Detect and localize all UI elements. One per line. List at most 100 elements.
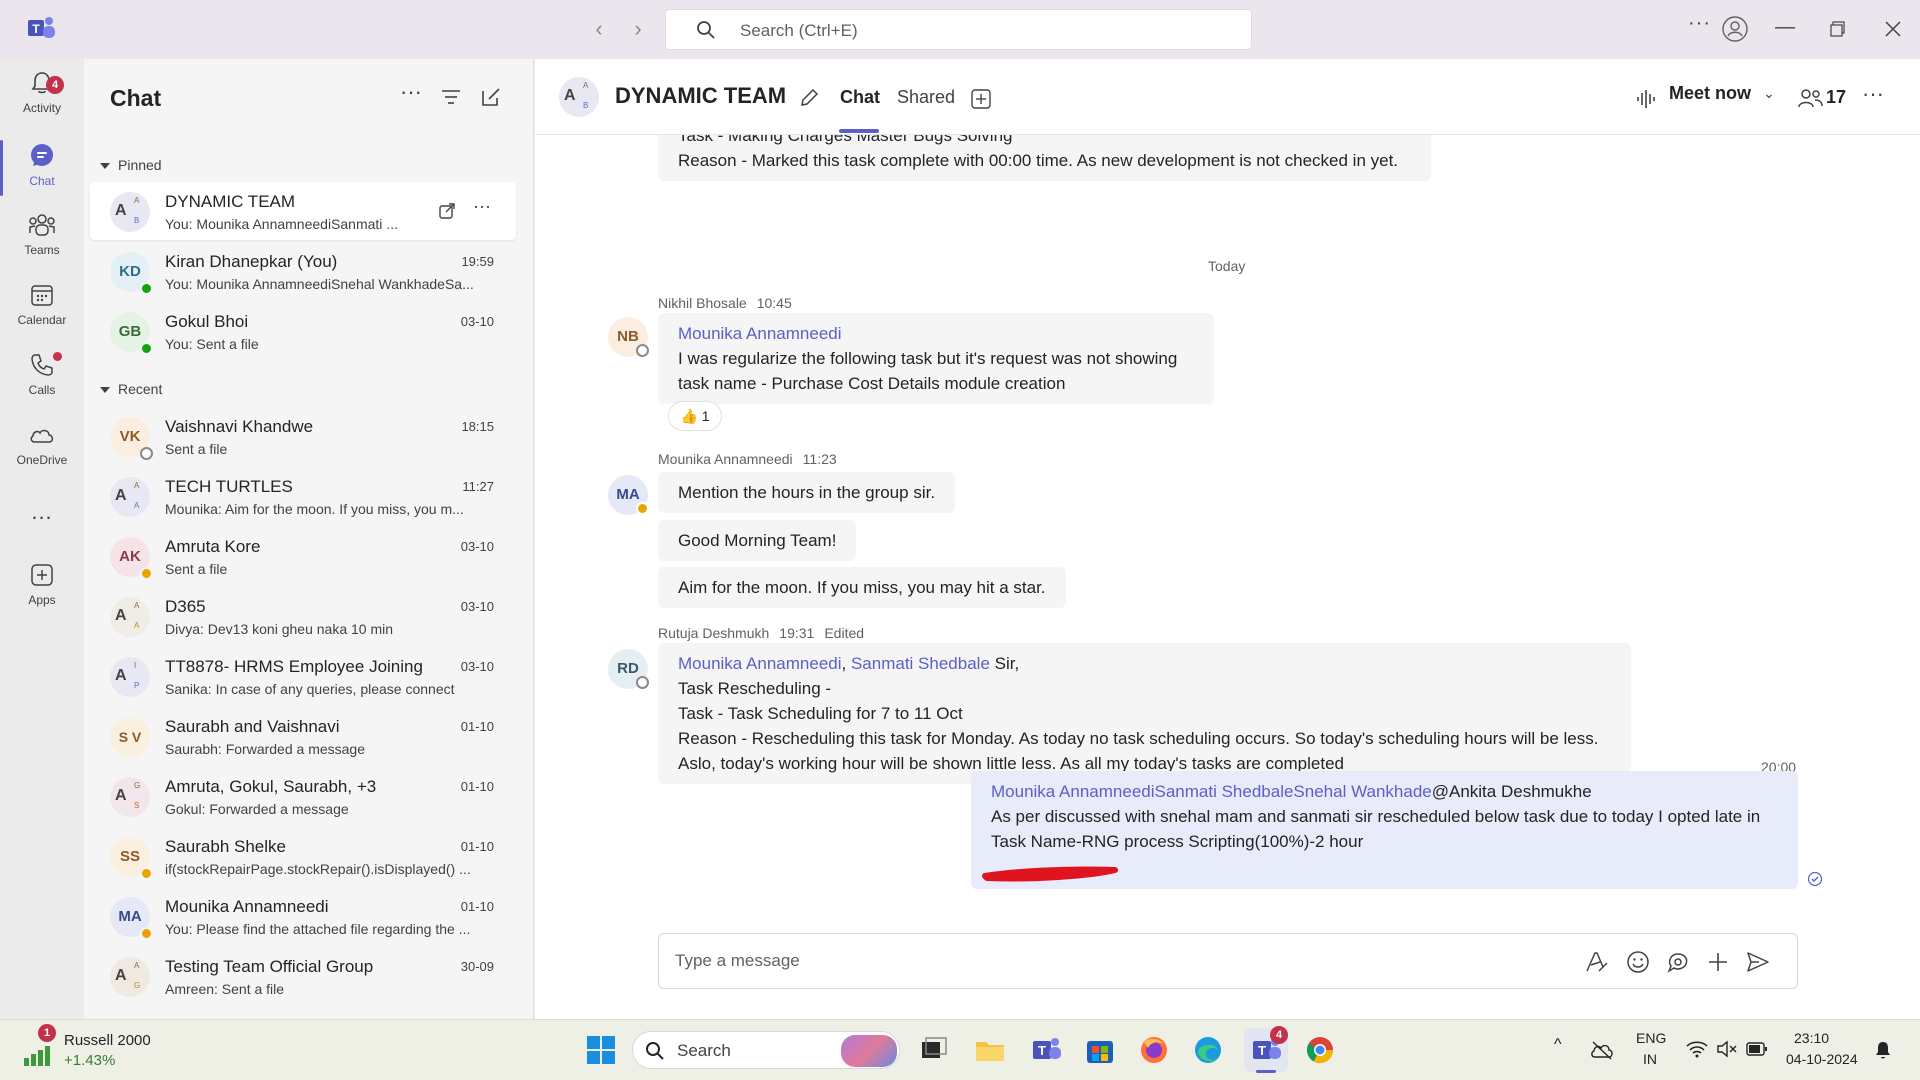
task-view-icon[interactable]: [916, 1032, 952, 1068]
chat-item-saurabh-shelke[interactable]: SS Saurabh Shelke 01-10 if(stockRepairPa…: [90, 827, 516, 885]
meet-now-button[interactable]: Meet now: [1669, 83, 1751, 104]
chat-item-preview: if(stockRepairPage.stockRepair().isDispl…: [165, 861, 471, 877]
minimize-icon[interactable]: —: [1775, 16, 1795, 39]
rail-item-calendar[interactable]: Calendar: [0, 281, 84, 327]
rail-item-calls[interactable]: Calls: [0, 351, 84, 397]
emoji-icon[interactable]: [1625, 949, 1651, 975]
teams-logo-icon[interactable]: T: [28, 16, 56, 42]
compose-box[interactable]: Type a message: [658, 933, 1798, 989]
chat-list-panel: Chat ··· Pinned AAB DYNAMIC TEAM You: Mo…: [84, 59, 534, 1019]
mention-link[interactable]: Mounika Annamneedi: [678, 654, 842, 673]
rail-item-teams[interactable]: Teams: [0, 211, 84, 257]
tab-shared[interactable]: Shared: [897, 87, 955, 108]
chrome-icon[interactable]: [1302, 1032, 1338, 1068]
chat-item-more-icon[interactable]: ···: [473, 196, 491, 217]
add-tab-icon[interactable]: [970, 88, 992, 110]
store-icon[interactable]: [1082, 1032, 1118, 1068]
windows-start-icon[interactable]: [583, 1032, 619, 1068]
chat-item-preview: You: Sent a file: [165, 336, 259, 352]
notification-bell-icon[interactable]: [1874, 1040, 1892, 1060]
loop-icon[interactable]: [1665, 949, 1691, 975]
edge-icon[interactable]: [1190, 1032, 1226, 1068]
chat-item-dynamic-team[interactable]: AAB DYNAMIC TEAM You: Mounika Annamneedi…: [90, 182, 516, 240]
message-bubble[interactable]: Aim for the moon. If you miss, you may h…: [658, 567, 1066, 608]
add-app-icon: [31, 564, 53, 586]
battery-icon[interactable]: [1746, 1041, 1768, 1057]
chat-item-vaishnavi[interactable]: VK Vaishnavi Khandwe 18:15 Sent a file: [90, 407, 516, 465]
tab-chat-underline: [839, 129, 879, 133]
mention-link[interactable]: Mounika Annamneedi: [678, 321, 1194, 346]
svg-text:T: T: [1258, 1043, 1266, 1058]
chat-item-saurabh-vaishnavi[interactable]: S V Saurabh and Vaishnavi 01-10 Saurabh:…: [90, 707, 516, 765]
rail-item-apps[interactable]: Apps: [0, 561, 84, 607]
ticker-name[interactable]: Russell 2000: [64, 1032, 151, 1049]
section-recent[interactable]: Recent: [100, 381, 162, 397]
message-meta: Mounika Annamneedi 11:23: [658, 451, 837, 467]
rail-item-activity[interactable]: Activity 4: [0, 69, 84, 115]
chat-item-preview: Mounika: Aim for the moon. If you miss, …: [165, 501, 464, 517]
chat-item-tt8878[interactable]: AIP TT8878- HRMS Employee Joining 03-10 …: [90, 647, 516, 705]
new-chat-icon[interactable]: [479, 85, 503, 109]
group-avatar-letter: A: [115, 607, 127, 624]
chat-item-kiran[interactable]: KD Kiran Dhanepkar (You) 19:59 You: Moun…: [90, 242, 516, 300]
show-hidden-icons-icon[interactable]: ^: [1554, 1036, 1562, 1054]
filter-icon[interactable]: [439, 85, 463, 109]
onedrive-offline-icon[interactable]: [1590, 1040, 1614, 1060]
rail-more-icon[interactable]: ...: [0, 499, 84, 525]
participants-icon[interactable]: [1797, 87, 1823, 109]
chat-item-d365[interactable]: AAA D365 03-10 Divya: Dev13 koni gheu na…: [90, 587, 516, 645]
chevron-down-icon[interactable]: ⌄: [1763, 85, 1775, 102]
mention-link[interactable]: Sanmati Shedbale: [851, 654, 990, 673]
chat-item-mounika[interactable]: MA Mounika Annamneedi 01-10 You: Please …: [90, 887, 516, 945]
more-icon[interactable]: ···: [1688, 12, 1711, 35]
search-box[interactable]: Search (Ctrl+E): [665, 9, 1252, 50]
chat-item-amruta-gokul-group[interactable]: AGS Amruta, Gokul, Saurabh, +3 01-10 Gok…: [90, 767, 516, 825]
stock-widget[interactable]: 1: [22, 1024, 56, 1066]
chat-item-name: Mounika Annamneedi: [165, 897, 329, 916]
tab-chat[interactable]: Chat: [840, 87, 880, 108]
chat-item-time: 01-10: [460, 899, 494, 914]
region-indicator[interactable]: IN: [1643, 1051, 1657, 1067]
message-bubble[interactable]: Mention the hours in the group sir.: [658, 472, 956, 513]
send-icon[interactable]: [1745, 949, 1771, 975]
taskbar-search[interactable]: Search: [632, 1031, 900, 1069]
reaction-like[interactable]: 👍 1: [668, 401, 722, 431]
chat-item-gokul[interactable]: GB Gokul Bhoi 03-10 You: Sent a file: [90, 302, 516, 360]
group-avatar: AGS: [110, 777, 150, 817]
popout-icon[interactable]: [438, 202, 456, 220]
teams-active-app[interactable]: T 4: [1244, 1026, 1288, 1073]
phone-icon: [31, 354, 53, 376]
clock-date[interactable]: 04-10-2024: [1786, 1051, 1858, 1067]
clock-time[interactable]: 23:10: [1794, 1030, 1829, 1046]
message-bubble[interactable]: Mounika Annamneedi I was regularize the …: [658, 313, 1214, 404]
plus-icon[interactable]: [1705, 949, 1731, 975]
search-placeholder: Search (Ctrl+E): [740, 21, 858, 40]
firefox-icon[interactable]: [1136, 1032, 1172, 1068]
section-pinned[interactable]: Pinned: [100, 157, 162, 173]
maximize-icon[interactable]: [1830, 21, 1846, 37]
mention-link[interactable]: Mounika AnnamneediSanmati ShedbaleSnehal…: [991, 782, 1432, 801]
profile-icon[interactable]: [1722, 16, 1748, 42]
message-bubble[interactable]: Mounika Annamneedi, Sanmati Shedbale Sir…: [658, 643, 1631, 784]
close-icon[interactable]: [1884, 20, 1902, 38]
language-indicator[interactable]: ENG: [1636, 1030, 1666, 1046]
rail-item-onedrive[interactable]: OneDrive: [0, 421, 84, 467]
message-bubble[interactable]: Good Morning Team!: [658, 520, 857, 561]
edit-pencil-icon[interactable]: [798, 87, 820, 109]
forward-icon[interactable]: ›: [624, 14, 652, 44]
teams-app-icon[interactable]: T: [1028, 1032, 1064, 1068]
chat-item-tech-turtles[interactable]: AAA TECH TURTLES 11:27 Mounika: Aim for …: [90, 467, 516, 525]
back-icon[interactable]: ‹: [585, 14, 613, 44]
chat-item-testing-team[interactable]: AAG Testing Team Official Group 30-09 Am…: [90, 947, 516, 1005]
chat-header-more-icon[interactable]: ···: [1862, 81, 1884, 107]
volume-muted-icon[interactable]: [1716, 1040, 1738, 1058]
message-line: Mention the hours in the group sir.: [678, 483, 936, 502]
chat-item-amruta-kore[interactable]: AK Amruta Kore 03-10 Sent a file: [90, 527, 516, 585]
file-explorer-icon[interactable]: [972, 1032, 1008, 1068]
rail-item-chat[interactable]: Chat: [0, 142, 84, 188]
chat-list-more-icon[interactable]: ···: [400, 79, 424, 104]
wifi-icon[interactable]: [1686, 1040, 1708, 1058]
my-message-bubble[interactable]: Mounika AnnamneediSanmati ShedbaleSnehal…: [971, 771, 1798, 889]
participant-count[interactable]: 17: [1826, 87, 1846, 108]
format-icon[interactable]: [1583, 949, 1609, 975]
